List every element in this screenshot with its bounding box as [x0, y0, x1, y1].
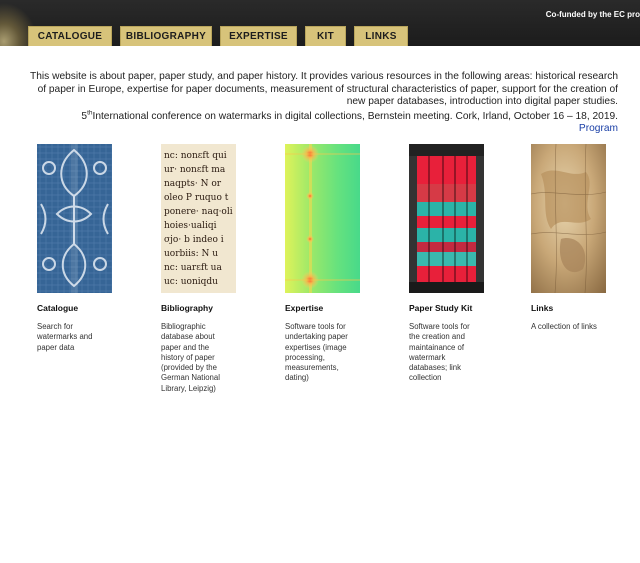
- nav-bibliography[interactable]: BIBLIOGRAPHY: [120, 26, 212, 46]
- conference-announcement: 5thInternational conference on watermark…: [20, 110, 618, 124]
- manuscript-line: oleo P ruquo t: [164, 193, 229, 203]
- nav-catalogue[interactable]: CATALOGUE: [28, 26, 112, 46]
- manuscript-line: uc: uoniqdu: [164, 277, 218, 287]
- links-image[interactable]: [531, 144, 606, 293]
- conference-text: International conference on watermarks i…: [92, 111, 618, 122]
- paper-study-kit-image[interactable]: [409, 144, 484, 293]
- manuscript-line: hoies·ualiqi: [164, 221, 217, 231]
- main-nav: CATALOGUE BIBLIOGRAPHY EXPERTISE KIT LIN…: [28, 26, 416, 46]
- nav-links[interactable]: LINKS: [354, 26, 408, 46]
- links-description: A collection of links: [531, 322, 597, 331]
- links-title[interactable]: Links: [531, 303, 553, 313]
- expertise-description: Software tools for undertaking paper exp…: [285, 322, 348, 383]
- manuscript-line: ur· nonεft ma: [164, 165, 226, 175]
- expertise-image[interactable]: [285, 144, 360, 293]
- catalogue-description: Search for watermarks and paper data: [37, 322, 93, 352]
- catalogue-title[interactable]: Catalogue: [37, 303, 78, 313]
- intro-text: This website is about paper, paper study…: [30, 71, 618, 107]
- expertise-title[interactable]: Expertise: [285, 303, 323, 313]
- manuscript-line: nc: uarεft ua: [164, 263, 222, 273]
- bibliography-image[interactable]: nc: nonεft qui ur· nonεft ma naqpts· N or o…: [161, 144, 236, 293]
- nav-kit[interactable]: KIT: [305, 26, 346, 46]
- manuscript-line: uorbiis: N u: [164, 249, 218, 259]
- paper-study-kit-description: Software tools for the creation and main…: [409, 322, 470, 383]
- program-link[interactable]: Program: [579, 123, 618, 134]
- manuscript-line: σjo· b indeo i: [164, 235, 224, 245]
- bibliography-title[interactable]: Bibliography: [161, 303, 213, 313]
- manuscript-line: ponere· naq·oli: [164, 207, 233, 217]
- catalogue-image[interactable]: [37, 144, 112, 293]
- paper-study-kit-title[interactable]: Paper Study Kit: [409, 303, 472, 313]
- cofunded-text: Co-funded by the EC pro: [545, 10, 640, 19]
- manuscript-line: naqpts· N or: [164, 179, 222, 189]
- nav-expertise[interactable]: EXPERTISE: [220, 26, 297, 46]
- manuscript-line: nc: nonεft qui: [164, 151, 227, 161]
- bibliography-description: Bibliographic database about paper and t…: [161, 322, 220, 393]
